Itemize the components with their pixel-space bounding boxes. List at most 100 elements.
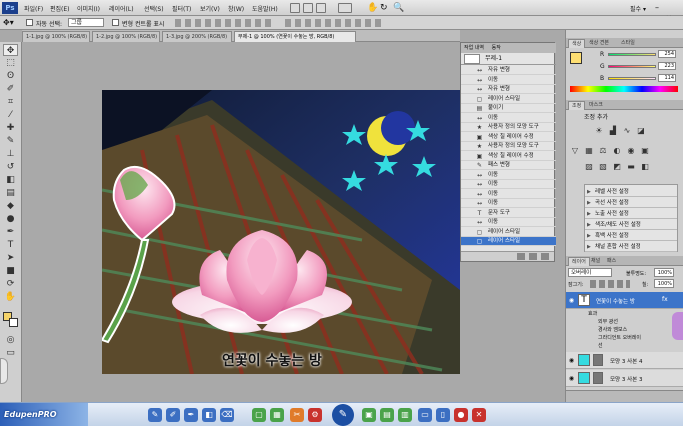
rotate-view-icon[interactable]: ↻ <box>380 3 390 13</box>
effect-stroke[interactable]: 선 <box>578 342 678 350</box>
right-panel-handle[interactable] <box>672 312 683 340</box>
hand-tool-icon[interactable]: ✋ <box>367 3 378 13</box>
tab-masks[interactable]: 마스크 <box>586 101 606 110</box>
curves-icon[interactable]: ∿ <box>622 126 632 136</box>
channel-mixer-icon[interactable]: ▣ <box>640 146 650 156</box>
menu-view[interactable]: 보기(V) <box>200 4 220 13</box>
close-icon[interactable]: ✕ <box>472 408 486 422</box>
distribute-buttons[interactable] <box>285 19 385 27</box>
blank-page-icon[interactable]: ▢ <box>252 408 266 422</box>
arrange-documents-icon[interactable] <box>338 3 352 13</box>
transform-controls-checkbox[interactable] <box>112 19 119 26</box>
shape-tool-icon[interactable]: ■ <box>3 265 18 277</box>
screen-icon[interactable]: ▭ <box>418 408 432 422</box>
hand-tool-icon[interactable]: ✋ <box>3 291 18 303</box>
g-slider[interactable] <box>608 65 656 68</box>
eraser-icon[interactable]: ◧ <box>202 408 216 422</box>
menu-file[interactable]: 파일(F) <box>24 4 43 13</box>
tab-doc-2[interactable]: 1-2.jpg @ 100% (RGB/8) <box>92 31 160 42</box>
type-tool-icon[interactable]: T <box>3 239 18 251</box>
vibrance-icon[interactable]: ▽ <box>570 146 580 156</box>
blur-tool-icon[interactable]: ◆ <box>3 200 18 212</box>
history-item[interactable]: ▢ 레이어 스타일 <box>461 237 556 246</box>
canvas-text-layer[interactable]: 연꽃이 수놓는 방 <box>222 350 322 370</box>
pen-tool-icon[interactable]: ✒ <box>3 226 18 238</box>
history-item[interactable]: ▤ 붙이기 <box>461 104 556 113</box>
history-item[interactable]: ↔ 이동 <box>461 180 556 189</box>
preset-hue-saturation[interactable]: 색조/채도 사전 설정 <box>585 220 677 230</box>
auto-select-dropdown[interactable]: 그룹 <box>68 18 104 27</box>
opacity-field[interactable]: 100% <box>654 268 674 277</box>
tab-doc-1[interactable]: 1-1.jpg @ 100% (RGB/8) <box>22 31 90 42</box>
capture-icon[interactable]: ▣ <box>362 408 376 422</box>
window-controls[interactable]: –□✕ <box>655 2 681 23</box>
quick-mask-icon[interactable]: ◎ <box>3 334 18 346</box>
visibility-eye-icon[interactable]: ◉ <box>568 297 575 304</box>
gradient-map-icon[interactable]: ▬ <box>626 162 636 172</box>
highlighter-icon[interactable]: ✐ <box>166 408 180 422</box>
clone-stamp-icon[interactable]: ⊥ <box>3 148 18 160</box>
folder-icon[interactable]: ▤ <box>380 408 394 422</box>
healing-brush-icon[interactable]: ✚ <box>3 122 18 134</box>
effect-gradient-overlay[interactable]: 그라디언트 오버레이 <box>578 334 678 342</box>
black-white-icon[interactable]: ◐ <box>612 146 622 156</box>
whiteboard-icon[interactable]: ▯ <box>436 408 450 422</box>
left-panel-handle[interactable] <box>0 358 8 384</box>
settings-icon[interactable]: ⚙ <box>308 408 322 422</box>
layer-shape-copy-3[interactable]: ◉ 모양 3 사본 3 <box>566 370 683 387</box>
marker-icon[interactable]: ✒ <box>184 408 198 422</box>
menu-filter[interactable]: 필터(T) <box>172 4 191 13</box>
blend-mode-dropdown[interactable]: 오버레이 <box>568 268 612 277</box>
history-item[interactable]: ★ 사용자 정의 모양 도구 <box>461 142 556 151</box>
threshold-icon[interactable]: ◩ <box>612 162 622 172</box>
create-snapshot-icon[interactable] <box>529 253 537 260</box>
g-value[interactable]: 223 <box>658 62 676 70</box>
history-item[interactable]: ↔ 이동 <box>461 171 556 180</box>
visibility-eye-icon[interactable]: ◉ <box>568 375 575 382</box>
r-value[interactable]: 254 <box>658 50 676 58</box>
workspace-switcher[interactable]: 필수 ▾ <box>630 4 646 13</box>
preset-exposure[interactable]: 노출 사전 설정 <box>585 209 677 219</box>
brightness-icon[interactable]: ☀ <box>594 126 604 136</box>
levels-icon[interactable]: ▟ <box>608 126 618 136</box>
auto-select-checkbox[interactable] <box>26 19 33 26</box>
tab-styles[interactable]: 스타일 <box>618 39 638 48</box>
history-item[interactable]: ▢ 레이어 스타일 <box>461 95 556 104</box>
photo-filter-icon[interactable]: ◉ <box>626 146 636 156</box>
fx-icon[interactable]: fx <box>662 296 668 303</box>
brush-tool-icon[interactable]: ✎ <box>3 135 18 147</box>
color-panel-foreground[interactable] <box>570 52 582 64</box>
history-item[interactable]: ↔ 이동 <box>461 190 556 199</box>
tab-channels[interactable]: 채널 <box>588 257 603 266</box>
lock-buttons[interactable] <box>590 280 630 288</box>
exposure-icon[interactable]: ◪ <box>636 126 646 136</box>
visibility-eye-icon[interactable]: ◉ <box>568 357 575 364</box>
grid-page-icon[interactable]: ▦ <box>270 408 284 422</box>
menu-edit[interactable]: 편집(E) <box>50 4 70 13</box>
history-item[interactable]: ↔ 이동 <box>461 218 556 227</box>
selective-color-icon[interactable]: ◧ <box>640 162 650 172</box>
clear-icon[interactable]: ⌫ <box>220 408 234 422</box>
path-select-icon[interactable]: ➤ <box>3 252 18 264</box>
invert-icon[interactable]: ▨ <box>584 162 594 172</box>
move-tool-preset-icon[interactable]: ✥▾ <box>3 18 21 28</box>
color-balance-icon[interactable]: ⚖ <box>598 146 608 156</box>
r-slider[interactable] <box>608 53 656 56</box>
lasso-tool-icon[interactable]: ʘ <box>3 70 18 82</box>
trash-icon[interactable] <box>541 253 549 260</box>
posterize-icon[interactable]: ▧ <box>598 162 608 172</box>
menu-layer[interactable]: 레이어(L) <box>109 4 134 13</box>
layer-shape-copy-4[interactable]: ◉ 모양 3 사본 4 <box>566 352 683 369</box>
menu-image[interactable]: 이미지(I) <box>77 4 100 13</box>
effect-outer-glow[interactable]: 외부 광선 <box>578 318 678 326</box>
pen-icon[interactable]: ✎ <box>148 408 162 422</box>
tools-icon[interactable]: ✂ <box>290 408 304 422</box>
preset-curves[interactable]: 곡선 사전 설정 <box>585 198 677 208</box>
effects-header[interactable]: 효과 <box>578 310 678 318</box>
menu-help[interactable]: 도움말(H) <box>252 4 278 13</box>
history-item[interactable]: ▣ 색상 칠 레이어 수정 <box>461 133 556 142</box>
history-snapshot[interactable]: 무제-1 <box>461 53 556 65</box>
eraser-tool-icon[interactable]: ◧ <box>3 174 18 186</box>
eyedropper-tool-icon[interactable]: ⁄ <box>3 109 18 121</box>
tab-actions[interactable]: 동작 <box>492 45 501 51</box>
